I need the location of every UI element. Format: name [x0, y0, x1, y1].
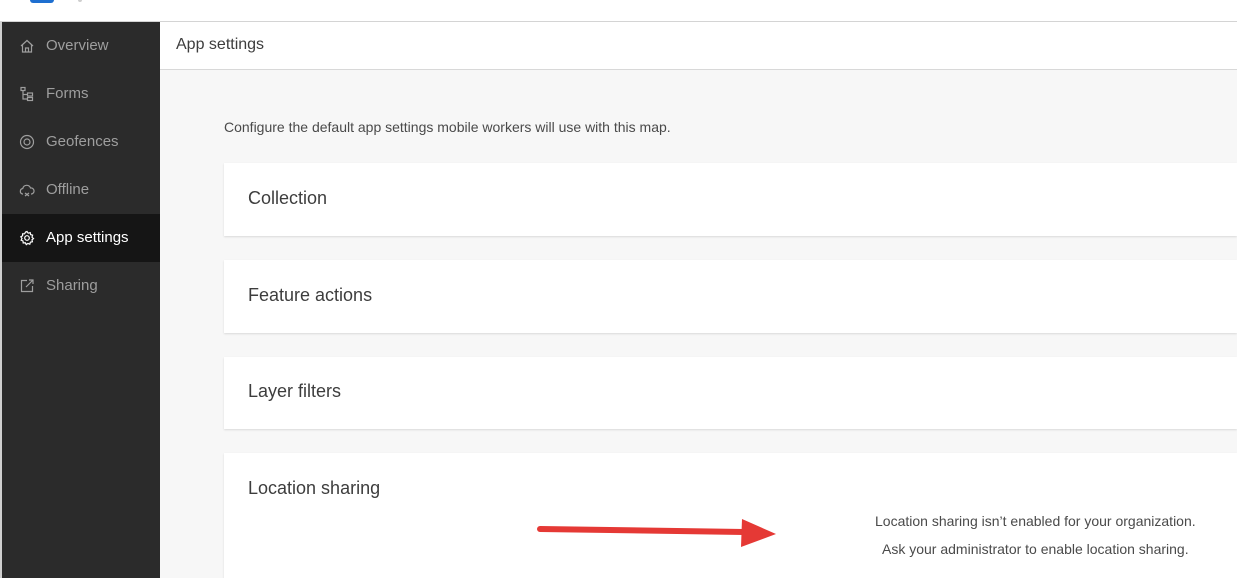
sidebar-item-label: Overview	[46, 37, 109, 54]
page-header: App settings	[160, 22, 1237, 70]
section-title: Collection	[248, 188, 328, 208]
sidebar-item-offline[interactable]: Offline	[2, 166, 160, 214]
gear-icon	[18, 229, 36, 247]
annotation-arrow	[537, 519, 776, 547]
sidebar-item-sharing[interactable]: Sharing	[2, 262, 160, 310]
location-sharing-disabled-message: Location sharing isn’t enabled for your …	[875, 513, 1196, 529]
location-sharing-admin-message: Ask your administrator to enable locatio…	[882, 541, 1189, 557]
section-title: Feature actions	[248, 285, 373, 305]
section-title: Location sharing	[248, 478, 381, 498]
cloud-offline-icon	[18, 181, 36, 199]
forms-tree-icon	[18, 85, 36, 103]
main-content: Configure the default app settings mobil…	[160, 70, 1237, 578]
page-description: Configure the default app settings mobil…	[224, 119, 671, 135]
sidebar-item-geofences[interactable]: Geofences	[2, 118, 160, 166]
share-icon	[18, 277, 36, 295]
collection-section[interactable]: Collection	[224, 163, 1237, 236]
feature-actions-section[interactable]: Feature actions	[224, 260, 1237, 333]
geofence-icon	[18, 133, 36, 151]
section-title: Layer filters	[248, 381, 342, 401]
sidebar: Overview Forms Geofences Offline App set…	[2, 22, 160, 578]
sidebar-item-label: Forms	[46, 85, 89, 102]
sidebar-item-label: Offline	[46, 181, 90, 198]
sidebar-item-app-settings[interactable]: App settings	[2, 214, 160, 262]
sidebar-item-label: Sharing	[46, 277, 98, 294]
sidebar-item-label: Geofences	[46, 133, 119, 150]
layer-filters-section[interactable]: Layer filters	[224, 357, 1237, 429]
sidebar-item-label: App settings	[46, 229, 129, 246]
app-logo[interactable]	[30, 0, 54, 3]
page-title: App settings	[176, 36, 265, 53]
top-bar	[0, 0, 1237, 22]
app-logo-dot	[78, 0, 82, 2]
sidebar-item-overview[interactable]: Overview	[2, 22, 160, 70]
home-icon	[18, 37, 36, 55]
sidebar-item-forms[interactable]: Forms	[2, 70, 160, 118]
